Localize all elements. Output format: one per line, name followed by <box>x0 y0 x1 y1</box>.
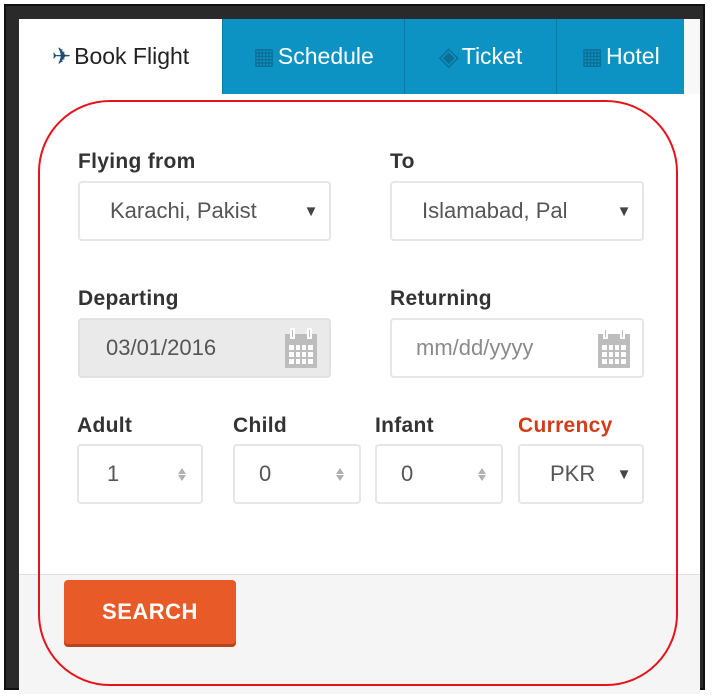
calendar-icon[interactable] <box>285 328 317 368</box>
departing-label: Departing <box>78 287 179 310</box>
returning-placeholder: mm/dd/yyyy <box>416 335 534 360</box>
hotel-icon: ▦ <box>581 43 604 69</box>
chevron-down-icon: ▼ <box>303 202 319 220</box>
to-select[interactable]: Islamabad, Pal ▼ <box>390 181 644 241</box>
adult-stepper[interactable]: 1 <box>77 444 203 504</box>
currency-label: Currency <box>518 414 613 437</box>
currency-value: PKR <box>550 461 596 486</box>
currency-select[interactable]: PKR ▼ <box>518 444 644 504</box>
calendar-icon[interactable] <box>598 328 630 368</box>
returning-date-field[interactable]: mm/dd/yyyy <box>390 318 644 378</box>
infant-stepper[interactable]: 0 <box>375 444 503 504</box>
adult-value: 1 <box>107 461 120 486</box>
tab-ticket[interactable]: ◈ Ticket <box>404 19 556 94</box>
chevron-down-icon: ▼ <box>616 465 632 483</box>
child-label: Child <box>233 414 287 437</box>
chevron-down-icon: ▼ <box>616 202 632 220</box>
tab-label: Hotel <box>606 43 660 69</box>
to-value: Islamabad, Pal <box>422 198 568 223</box>
flying-from-value: Karachi, Pakist <box>110 198 257 223</box>
adult-label: Adult <box>77 414 133 437</box>
tab-bar: ✈ Book Flight ▦ Schedule ◈ Ticket ▦ Hote… <box>19 19 684 94</box>
flying-from-select[interactable]: Karachi, Pakist ▼ <box>78 181 331 241</box>
spinner-arrows-icon[interactable] <box>473 467 491 481</box>
building-icon: ▦ <box>253 43 275 69</box>
tab-hotel[interactable]: ▦ Hotel <box>556 19 684 94</box>
spinner-arrows-icon[interactable] <box>173 467 191 481</box>
child-value: 0 <box>259 461 272 486</box>
tab-book-flight[interactable]: ✈ Book Flight <box>19 19 222 94</box>
child-stepper[interactable]: 0 <box>233 444 361 504</box>
infant-value: 0 <box>401 461 414 486</box>
spinner-arrows-icon[interactable] <box>331 467 349 481</box>
flying-from-label: Flying from <box>78 150 196 173</box>
ticket-icon: ◈ <box>438 41 459 71</box>
search-button[interactable]: SEARCH <box>64 580 236 644</box>
departing-date-field[interactable]: 03/01/2016 <box>78 318 331 378</box>
tab-label: Schedule <box>277 43 374 69</box>
departing-value: 03/01/2016 <box>106 335 217 360</box>
to-label: To <box>390 150 415 173</box>
returning-label: Returning <box>390 287 492 310</box>
airplane-icon: ✈ <box>51 43 72 69</box>
tab-label: Book Flight <box>74 43 190 69</box>
infant-label: Infant <box>375 414 434 437</box>
tab-label: Ticket <box>461 43 523 69</box>
tab-schedule[interactable]: ▦ Schedule <box>222 19 404 94</box>
